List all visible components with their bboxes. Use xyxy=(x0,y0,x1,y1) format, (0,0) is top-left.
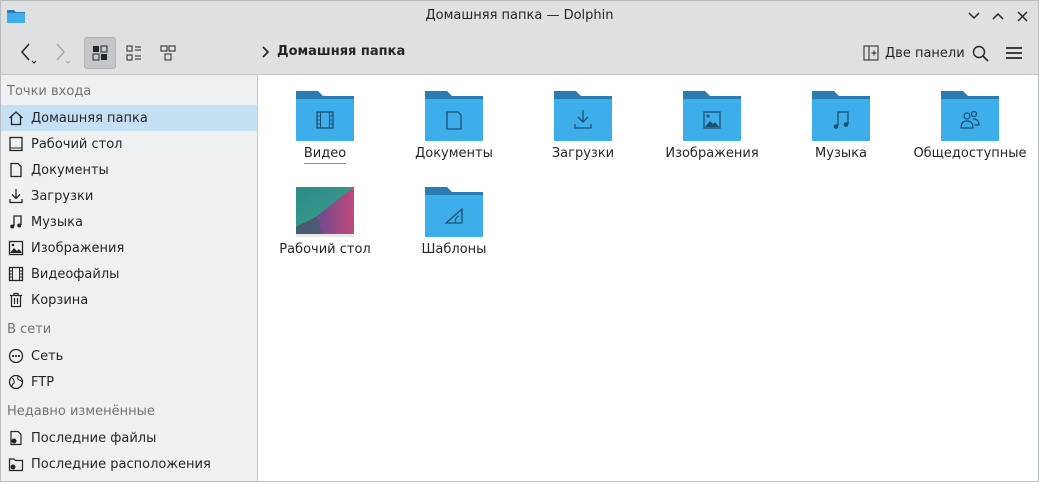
section-network-label: В сети xyxy=(7,322,52,337)
file-item-label: Загрузки xyxy=(551,146,615,161)
place-label: Документы xyxy=(31,162,109,178)
places-panel: Точки входа Домашняя папка Рабочий стол … xyxy=(1,75,258,481)
icons-view-button[interactable] xyxy=(84,37,116,69)
file-item-label: Документы xyxy=(415,146,493,161)
place-recent-locations[interactable]: Последние расположения xyxy=(1,451,257,477)
file-item-label: Музыка xyxy=(815,146,867,161)
place-ftp[interactable]: FTP xyxy=(1,369,257,395)
folder-public-icon xyxy=(941,91,999,141)
recent-locations-icon xyxy=(7,456,24,473)
window-title: Домашняя папка — Dolphin xyxy=(425,8,614,23)
toolbar: Домашняя папка Две панели xyxy=(1,31,1038,75)
file-item-label: Общедоступные xyxy=(913,146,1027,161)
icons-view-icon xyxy=(92,45,108,61)
back-button[interactable] xyxy=(13,37,43,69)
place-documents[interactable]: Документы xyxy=(1,157,257,183)
chevron-right-icon[interactable] xyxy=(261,45,269,58)
back-arrow-icon xyxy=(21,43,37,64)
desktop-icon xyxy=(7,136,24,153)
folder-downloads-icon xyxy=(554,91,612,141)
details-view-button[interactable] xyxy=(152,37,184,69)
place-label: Видеофайлы xyxy=(31,266,120,282)
recent-files-icon xyxy=(7,430,24,447)
place-pictures[interactable]: Изображения xyxy=(1,235,257,261)
breadcrumb: Домашняя папка xyxy=(261,44,405,59)
file-item[interactable]: Загрузки xyxy=(519,89,647,161)
place-downloads[interactable]: Загрузки xyxy=(1,183,257,209)
hamburger-menu-icon xyxy=(1006,47,1022,59)
title-bar[interactable]: Домашняя папка — Dolphin xyxy=(1,1,1038,31)
file-item-label: Изображения xyxy=(665,146,759,161)
section-recent-label: Недавно изменённые xyxy=(7,404,155,419)
forward-button[interactable] xyxy=(47,37,77,69)
place-label: Корзина xyxy=(31,292,89,308)
place-label: Рабочий стол xyxy=(31,136,123,152)
search-button[interactable] xyxy=(965,37,995,69)
folder-documents-icon xyxy=(425,91,483,141)
file-item-label: Видео xyxy=(303,146,347,164)
file-item[interactable]: Рабочий стол xyxy=(261,185,389,257)
dolphin-window: Домашняя папка — Dolphin Домашняя папка … xyxy=(0,0,1039,482)
folder-music-icon xyxy=(812,91,870,141)
trash-icon xyxy=(7,292,24,309)
split-view-icon xyxy=(863,45,879,61)
file-item-label: Рабочий стол xyxy=(279,242,371,257)
details-view-icon xyxy=(160,45,176,61)
split-view-label: Две панели xyxy=(885,45,965,61)
close-icon xyxy=(1016,10,1028,22)
file-item[interactable]: Шаблоны xyxy=(390,185,518,257)
file-item[interactable]: Изображения xyxy=(648,89,776,161)
breadcrumb-current[interactable]: Домашняя папка xyxy=(277,44,405,59)
network-icon xyxy=(7,348,24,365)
compact-view-icon xyxy=(126,45,141,61)
compact-view-button[interactable] xyxy=(118,37,150,69)
home-icon xyxy=(7,110,24,127)
place-label: Изображения xyxy=(31,240,125,256)
place-home[interactable]: Домашняя папка xyxy=(1,105,257,131)
place-label: Последние файлы xyxy=(31,430,157,446)
file-item[interactable]: Документы xyxy=(390,89,518,161)
file-item-label: Шаблоны xyxy=(421,242,487,257)
file-view[interactable]: Видео Документы Загрузки Изображения Муз… xyxy=(259,75,1038,481)
maximize-button[interactable] xyxy=(989,7,1007,25)
place-music[interactable]: Музыка xyxy=(1,209,257,235)
section-places-label: Точки входа xyxy=(7,84,92,99)
chevron-up-icon xyxy=(992,12,1004,20)
place-desktop[interactable]: Рабочий стол xyxy=(1,131,257,157)
download-icon xyxy=(7,188,24,205)
folder-templates-icon xyxy=(425,187,483,237)
globe-icon xyxy=(7,374,24,391)
chevron-down-icon xyxy=(968,12,980,20)
place-label: Загрузки xyxy=(31,188,94,204)
place-label: Последние расположения xyxy=(31,456,211,472)
place-network[interactable]: Сеть xyxy=(1,343,257,369)
file-item[interactable]: Видео xyxy=(261,89,389,164)
file-item[interactable]: Общедоступные xyxy=(906,89,1034,161)
image-icon xyxy=(7,240,24,257)
close-button[interactable] xyxy=(1013,7,1031,25)
music-icon xyxy=(7,214,24,231)
place-label: Музыка xyxy=(31,214,83,230)
folder-pictures-icon xyxy=(683,91,741,141)
place-trash[interactable]: Корзина xyxy=(1,287,257,313)
place-videos[interactable]: Видеофайлы xyxy=(1,261,257,287)
place-label: Сеть xyxy=(31,348,64,364)
video-icon xyxy=(7,266,24,283)
document-icon xyxy=(7,162,24,179)
forward-arrow-icon xyxy=(56,43,71,64)
file-item[interactable]: Музыка xyxy=(777,89,905,161)
place-label: Домашняя папка xyxy=(31,110,148,126)
split-view-button[interactable]: Две панели xyxy=(859,39,969,67)
place-label: FTP xyxy=(31,374,55,390)
place-recent-files[interactable]: Последние файлы xyxy=(1,425,257,451)
folder-video-icon xyxy=(296,91,354,141)
menu-button[interactable] xyxy=(999,37,1029,69)
search-icon xyxy=(972,45,989,62)
minimize-button[interactable] xyxy=(965,7,983,25)
desktop-thumbnail xyxy=(296,187,354,237)
